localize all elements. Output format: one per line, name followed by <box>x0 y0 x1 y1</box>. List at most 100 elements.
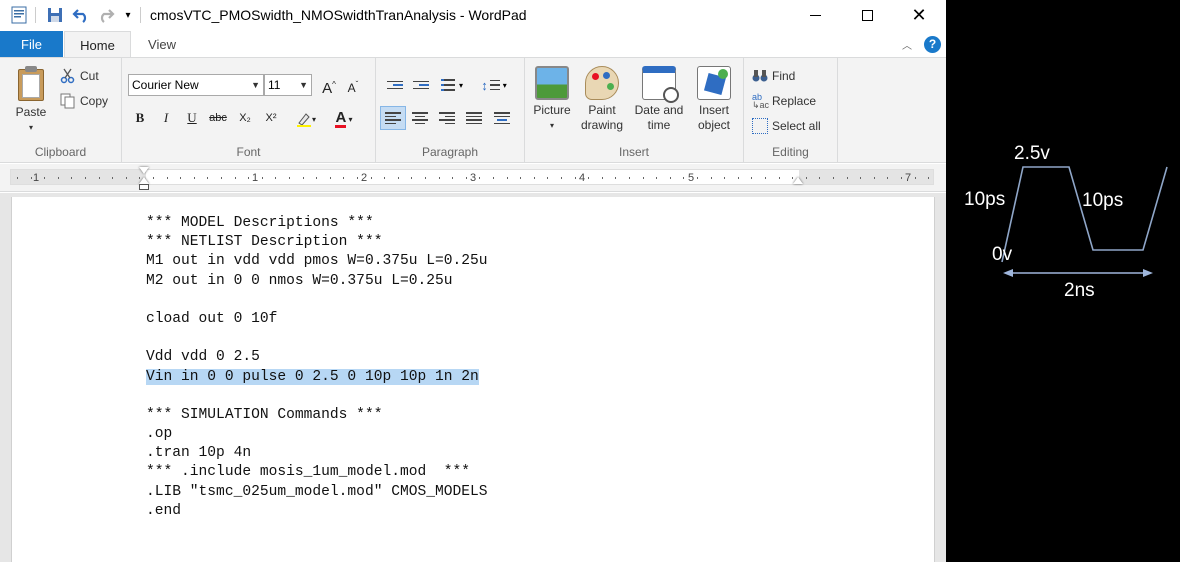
ruler-tick <box>575 177 576 179</box>
ruler-tick <box>928 177 929 179</box>
grow-font-button[interactable]: A^ <box>318 74 340 97</box>
ruler-tick <box>180 177 181 179</box>
minimize-button[interactable] <box>790 0 840 30</box>
document-line[interactable]: .end <box>146 502 488 521</box>
document-line[interactable]: .tran 10p 4n <box>146 444 488 463</box>
document-line[interactable] <box>146 387 488 406</box>
copy-button[interactable]: Copy <box>60 93 108 109</box>
font-size-combo[interactable]: 11 ▼ <box>264 74 312 96</box>
select-all-button[interactable]: Select all <box>752 118 821 134</box>
document-line[interactable]: *** .include mosis_1um_model.mod *** <box>146 463 488 482</box>
minimize-ribbon-chevron-icon[interactable]: ︿ <box>902 37 912 52</box>
align-right-button[interactable] <box>435 107 459 129</box>
right-indent-marker[interactable] <box>793 177 803 184</box>
rise-time-label: 10ps <box>964 189 1006 210</box>
replace-label: Replace <box>772 94 817 108</box>
ruler-tick <box>479 177 480 179</box>
editing-group: Find ab ↳ac Replace Select all Editing <box>744 58 838 162</box>
ruler-tick <box>779 177 780 179</box>
save-icon[interactable] <box>45 5 65 25</box>
scissors-icon <box>60 68 76 84</box>
replace-button[interactable]: ab ↳ac Replace <box>752 92 817 110</box>
ruler-tick <box>819 177 820 179</box>
italic-button[interactable]: I <box>155 107 177 129</box>
align-left-button[interactable] <box>380 106 406 130</box>
hanging-indent-marker[interactable] <box>139 177 149 184</box>
close-button[interactable]: ✕ <box>894 0 944 30</box>
ruler-mark: 3 <box>470 172 477 184</box>
font-color-button[interactable]: A ▾ <box>327 107 361 129</box>
customize-toolbar-chevron-icon[interactable]: ▾ <box>118 5 138 25</box>
justify-button[interactable] <box>462 107 486 129</box>
maximize-button[interactable] <box>842 0 892 30</box>
superscript-button[interactable]: X² <box>260 107 282 129</box>
bold-button[interactable]: B <box>129 107 151 129</box>
document-line[interactable] <box>146 329 488 348</box>
ruler-tick <box>58 177 59 179</box>
tab-view[interactable]: View <box>131 31 193 58</box>
document-line[interactable] <box>146 291 488 310</box>
document-line[interactable]: *** NETLIST Description *** <box>146 233 488 252</box>
ruler-tick <box>847 177 848 179</box>
increase-indent-button[interactable] <box>409 74 433 96</box>
help-icon[interactable]: ? <box>924 36 941 53</box>
ruler-tick <box>887 177 888 179</box>
ruler-tick <box>588 177 589 179</box>
document-line[interactable]: Vdd vdd 0 2.5 <box>146 348 488 367</box>
tab-home[interactable]: Home <box>64 31 131 58</box>
document-text[interactable]: *** MODEL Descriptions *** *** NETLIST De… <box>146 214 488 521</box>
ruler-tick <box>357 177 358 179</box>
ruler[interactable]: 1 1 2 3 4 5 7 <box>0 164 946 192</box>
font-family-combo[interactable]: Courier New ▼ <box>128 74 264 96</box>
replace-icon: ab ↳ac <box>752 92 770 110</box>
document-line[interactable]: M1 out in vdd vdd pmos W=0.375u L=0.25u <box>146 252 488 271</box>
strikethrough-button[interactable]: abc <box>207 107 229 129</box>
document-page[interactable]: *** MODEL Descriptions *** *** NETLIST De… <box>11 197 935 562</box>
ruler-tick <box>425 177 426 179</box>
wordpad-app-icon[interactable] <box>9 5 29 25</box>
paragraph-dialog-button[interactable] <box>490 107 514 129</box>
redo-icon[interactable] <box>96 5 116 25</box>
ruler-mark: 5 <box>688 172 695 184</box>
ruler-tick <box>493 177 494 179</box>
document-line[interactable]: *** SIMULATION Commands *** <box>146 406 488 425</box>
ruler-mark: 4 <box>579 172 586 184</box>
ruler-tick <box>316 177 317 179</box>
ruler-tick <box>683 177 684 179</box>
copy-icon <box>60 93 76 109</box>
paint-drawing-button[interactable]: Paint drawing <box>576 66 628 133</box>
bullets-button[interactable]: ▾ <box>436 74 468 96</box>
line-spacing-button[interactable]: ↕ ▾ <box>478 74 510 96</box>
left-indent-marker[interactable] <box>139 167 149 174</box>
insert-group: Picture ▾ Paint drawing Date and time In… <box>525 58 744 162</box>
document-line[interactable]: Vin in 0 0 pulse 0 2.5 0 10p 10p 1n 2n <box>146 368 488 387</box>
date-label-1: Date and <box>634 103 684 117</box>
find-button[interactable]: Find <box>752 68 795 84</box>
align-center-button[interactable] <box>408 107 432 129</box>
decrease-indent-button[interactable] <box>383 74 407 96</box>
paste-icon <box>16 66 46 102</box>
editing-group-label: Editing <box>772 145 809 159</box>
ruler-tick <box>343 177 344 179</box>
picture-button[interactable]: Picture ▾ <box>529 66 575 133</box>
document-line[interactable]: M2 out in 0 0 nmos W=0.375u L=0.25u <box>146 272 488 291</box>
tab-file[interactable]: File <box>0 31 63 58</box>
ruler-tick <box>901 177 902 179</box>
paste-button[interactable]: Paste ▾ <box>8 64 54 135</box>
date-time-button[interactable]: Date and time <box>628 66 690 133</box>
highlight-color-button[interactable]: ▾ <box>289 107 323 129</box>
left-margin-marker[interactable] <box>139 184 149 190</box>
subscript-button[interactable]: X₂ <box>234 107 256 129</box>
undo-icon[interactable] <box>71 5 91 25</box>
cut-button[interactable]: Cut <box>60 68 99 84</box>
document-line[interactable]: cload out 0 10f <box>146 310 488 329</box>
shrink-font-button[interactable]: Aˇ <box>342 74 364 96</box>
document-line[interactable]: .op <box>146 425 488 444</box>
insert-object-button[interactable]: Insert object <box>689 66 739 133</box>
chevron-down-icon: ▼ <box>251 80 260 90</box>
document-line[interactable]: .LIB "tsmc_025um_model.mod" CMOS_MODELS <box>146 483 488 502</box>
ruler-tick <box>711 177 712 179</box>
underline-button[interactable]: U <box>181 107 203 129</box>
document-line[interactable]: *** MODEL Descriptions *** <box>146 214 488 233</box>
paint-label-2: drawing <box>580 118 624 132</box>
